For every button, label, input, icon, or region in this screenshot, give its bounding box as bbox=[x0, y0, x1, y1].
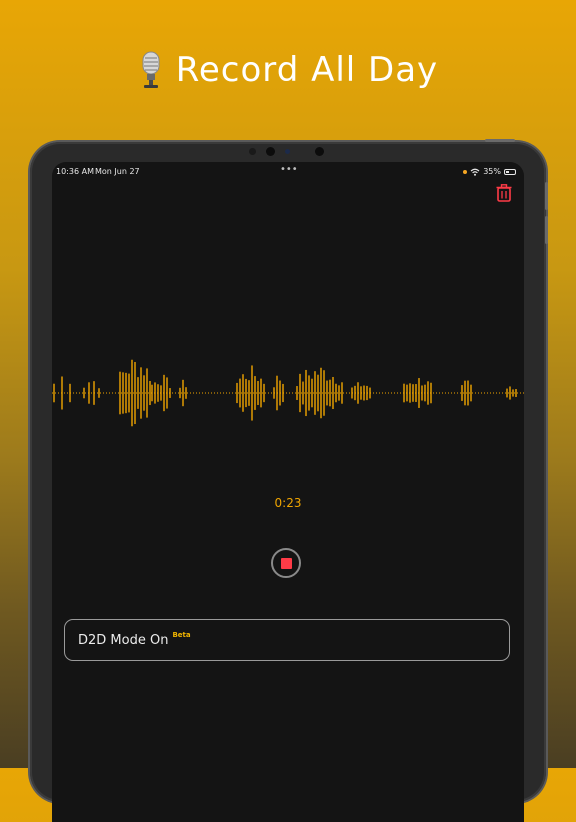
app-screen: 10:36 AM Mon Jun 27 ••• 35% 0:23 D2D Mod… bbox=[52, 162, 524, 822]
camera-dot bbox=[249, 148, 256, 155]
mic-indicator-icon bbox=[463, 169, 468, 174]
battery-percent: 35% bbox=[483, 167, 501, 176]
headline-title: Record All Day bbox=[175, 50, 439, 90]
camera-sensor bbox=[315, 147, 324, 156]
wifi-icon bbox=[470, 168, 480, 176]
multitasking-dots-icon[interactable]: ••• bbox=[280, 164, 298, 175]
tablet-frame: 10:36 AM Mon Jun 27 ••• 35% 0:23 D2D Mod… bbox=[30, 139, 548, 822]
front-camera bbox=[285, 149, 290, 154]
elapsed-time: 0:23 bbox=[274, 496, 302, 510]
beta-badge: Beta bbox=[172, 631, 191, 639]
device-top-button bbox=[485, 139, 515, 142]
status-time: 10:36 AM bbox=[56, 167, 94, 176]
d2d-mode-toggle[interactable]: D2D Mode On Beta bbox=[64, 619, 510, 661]
microphone-icon bbox=[142, 51, 160, 88]
stop-recording-button[interactable] bbox=[271, 548, 301, 578]
trash-icon[interactable] bbox=[496, 184, 512, 202]
camera-lens bbox=[266, 147, 275, 156]
device-volume-up bbox=[545, 182, 548, 210]
status-bar: 10:36 AM Mon Jun 27 ••• 35% bbox=[52, 164, 524, 181]
status-date: Mon Jun 27 bbox=[95, 167, 140, 176]
device-volume-down bbox=[545, 216, 548, 244]
headline: Record All Day bbox=[0, 50, 576, 90]
battery-icon bbox=[504, 168, 516, 175]
waveform bbox=[52, 359, 524, 427]
d2d-mode-label: D2D Mode On bbox=[78, 632, 169, 648]
stop-icon bbox=[280, 557, 292, 569]
status-right: 35% bbox=[463, 167, 516, 176]
